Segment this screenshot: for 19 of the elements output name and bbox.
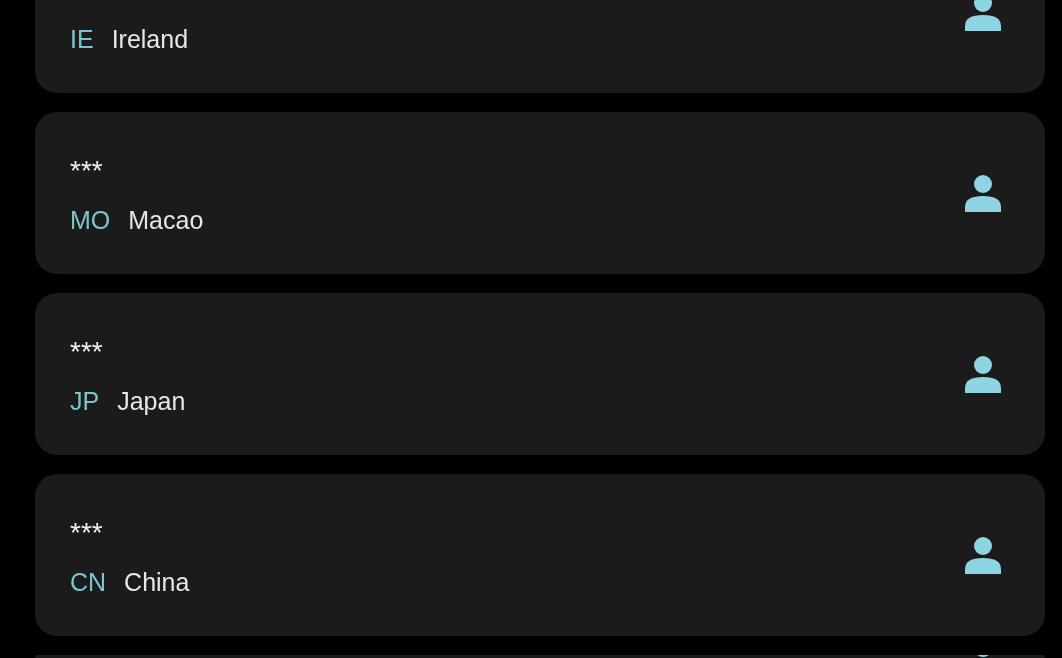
country-name: Macao [128,205,204,235]
contact-card[interactable]: *** MO Macao [35,112,1045,274]
country-name: Ireland [111,24,189,54]
person-icon[interactable] [964,0,1002,31]
country-code: IE [70,24,94,54]
country-name: Japan [117,386,186,416]
country-code: CN [70,567,107,597]
country-code: MO [70,205,111,235]
masked-name: *** [70,157,103,185]
masked-name: *** [70,338,103,366]
person-icon[interactable] [964,536,1002,574]
contact-card[interactable]: *** CN China [35,474,1045,636]
masked-name: *** [70,519,103,547]
contact-card[interactable]: *** JP Japan [35,293,1045,455]
country-name: China [124,567,190,597]
country-code: JP [70,386,100,416]
person-icon[interactable] [964,174,1002,212]
contact-card[interactable]: IE Ireland [35,0,1045,93]
person-icon[interactable] [964,355,1002,393]
